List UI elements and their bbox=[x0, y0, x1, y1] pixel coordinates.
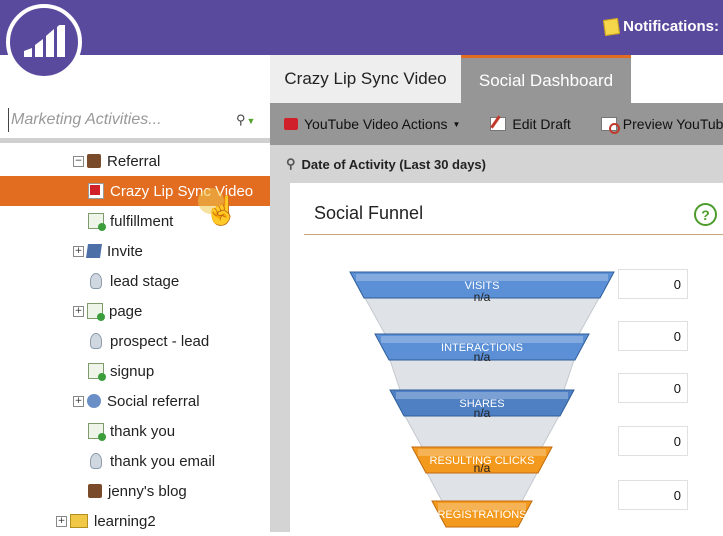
expand-toggle-icon[interactable]: + bbox=[73, 245, 84, 257]
tree-item-label: jenny's blog bbox=[108, 482, 187, 500]
expand-toggle-icon[interactable]: + bbox=[73, 395, 84, 407]
program-box-icon bbox=[87, 154, 101, 168]
expand-toggle-icon[interactable]: + bbox=[73, 305, 84, 317]
program-box-icon bbox=[88, 484, 102, 498]
notification-note-icon bbox=[603, 17, 621, 36]
tree-item-label: fulfillment bbox=[110, 212, 174, 230]
tree-item[interactable]: thank you bbox=[0, 416, 270, 446]
tree-item-label: thank you bbox=[110, 422, 176, 440]
date-of-activity-label: Date of Activity (Last 30 days) bbox=[301, 156, 486, 172]
tree-item-label: prospect - lead bbox=[110, 332, 210, 350]
funnel-connector bbox=[426, 472, 538, 502]
date-filter-bar[interactable]: ⚲ Date of Activity (Last 30 days) bbox=[270, 145, 723, 183]
expand-toggle-icon[interactable]: + bbox=[56, 515, 67, 527]
funnel-stage-value: 0 bbox=[618, 269, 688, 299]
conversion-rate-label: n/a bbox=[474, 350, 491, 364]
tab-social-dashboard[interactable]: Social Dashboard bbox=[461, 55, 631, 103]
tree-item[interactable]: − Referral bbox=[0, 146, 270, 176]
toolbar: YouTube Video Actions ▼ Edit Draft Previ… bbox=[270, 103, 723, 145]
email-program-icon bbox=[86, 244, 102, 258]
tab-strip-fill bbox=[631, 55, 723, 103]
chevron-down-icon: ▼ bbox=[452, 119, 461, 129]
youtube-video-actions-label: YouTube Video Actions bbox=[304, 116, 448, 132]
landing-page-icon bbox=[87, 303, 105, 321]
funnel-stage-value: 0 bbox=[618, 426, 688, 456]
form-icon bbox=[88, 423, 106, 441]
tree-item-label: thank you email bbox=[110, 452, 216, 470]
funnel-stage-value: 0 bbox=[618, 321, 688, 351]
funnel-stage-value: 0 bbox=[618, 373, 688, 403]
tree-item-label: signup bbox=[110, 362, 155, 380]
tree-item[interactable]: + Invite bbox=[0, 236, 270, 266]
tree-item-label: page bbox=[109, 302, 143, 320]
preview-youtube-button[interactable]: Preview YouTube bbox=[600, 116, 723, 134]
filter-funnel-icon: ⚲ bbox=[286, 156, 296, 171]
conversion-rate-label: n/a bbox=[474, 406, 491, 420]
tree-item-label: Referral bbox=[107, 152, 161, 170]
social-program-icon bbox=[87, 394, 101, 408]
social-funnel-panel: Social Funnel ? VISITS INTERACTIONS SHARES… bbox=[290, 183, 723, 532]
marketo-logo[interactable] bbox=[6, 4, 82, 80]
edit-draft-label: Edit Draft bbox=[512, 116, 571, 132]
form-icon bbox=[88, 213, 106, 231]
funnel-stage-label: REGISTRATIONS bbox=[437, 509, 526, 521]
video-icon bbox=[88, 183, 104, 199]
tab-crazy-lip-sync-video[interactable]: Crazy Lip Sync Video bbox=[270, 55, 461, 103]
tree-item-label: Social referral bbox=[107, 392, 200, 410]
bars-logo-icon bbox=[24, 25, 65, 57]
hand-pointer-icon: ☝ bbox=[204, 195, 239, 226]
funnel-connector bbox=[404, 415, 560, 448]
tree-item-label: learning2 bbox=[94, 512, 156, 530]
folder-icon bbox=[70, 514, 88, 528]
tree-item-label: Invite bbox=[107, 242, 143, 260]
funnel-stage-value: 0 bbox=[618, 480, 688, 510]
top-header-bar: Notifications: bbox=[0, 0, 723, 55]
conversion-rate-label: n/a bbox=[474, 461, 491, 475]
marketing-activities-search-input[interactable] bbox=[8, 108, 233, 132]
tree-item[interactable]: jenny's blog bbox=[0, 476, 270, 506]
filter-funnel-icon: ⚲ bbox=[236, 112, 246, 127]
youtube-icon bbox=[284, 118, 298, 130]
youtube-video-actions-button[interactable]: YouTube Video Actions ▼ bbox=[284, 116, 460, 132]
tree-search-row: ⚲▼ bbox=[0, 100, 270, 143]
tree-item[interactable]: signup bbox=[0, 356, 270, 386]
edit-pencil-icon bbox=[490, 117, 507, 131]
funnel-connector bbox=[389, 359, 575, 391]
tree-item[interactable]: + Social referral bbox=[0, 386, 270, 416]
tree-item[interactable]: lead stage bbox=[0, 266, 270, 296]
tab-strip: Crazy Lip Sync Video Social Dashboard bbox=[270, 55, 723, 103]
dashboard-content: Social Funnel ? VISITS INTERACTIONS SHARES… bbox=[270, 183, 723, 532]
smart-campaign-icon bbox=[90, 453, 102, 469]
notifications-label: Notifications: bbox=[623, 18, 719, 35]
tree-item-label: lead stage bbox=[110, 272, 180, 290]
form-icon bbox=[88, 363, 106, 381]
conversion-rate-label: n/a bbox=[474, 290, 491, 304]
notifications[interactable]: Notifications: bbox=[603, 17, 719, 36]
tree-item[interactable]: thank you email bbox=[0, 446, 270, 476]
chevron-down-icon: ▼ bbox=[246, 116, 256, 126]
collapse-toggle-icon[interactable]: − bbox=[73, 155, 84, 167]
pointer-cursor-icon: ☝ bbox=[198, 188, 239, 227]
tree-filter-button[interactable]: ⚲▼ bbox=[236, 112, 255, 128]
smart-campaign-icon bbox=[90, 273, 102, 289]
edit-draft-button[interactable]: Edit Draft bbox=[490, 116, 571, 132]
preview-youtube-label: Preview YouTube bbox=[622, 116, 723, 132]
smart-campaign-icon bbox=[90, 333, 102, 349]
preview-magnifier-icon bbox=[600, 117, 620, 134]
tree-item[interactable]: + page bbox=[0, 296, 270, 326]
tree-item[interactable]: prospect - lead bbox=[0, 326, 270, 356]
